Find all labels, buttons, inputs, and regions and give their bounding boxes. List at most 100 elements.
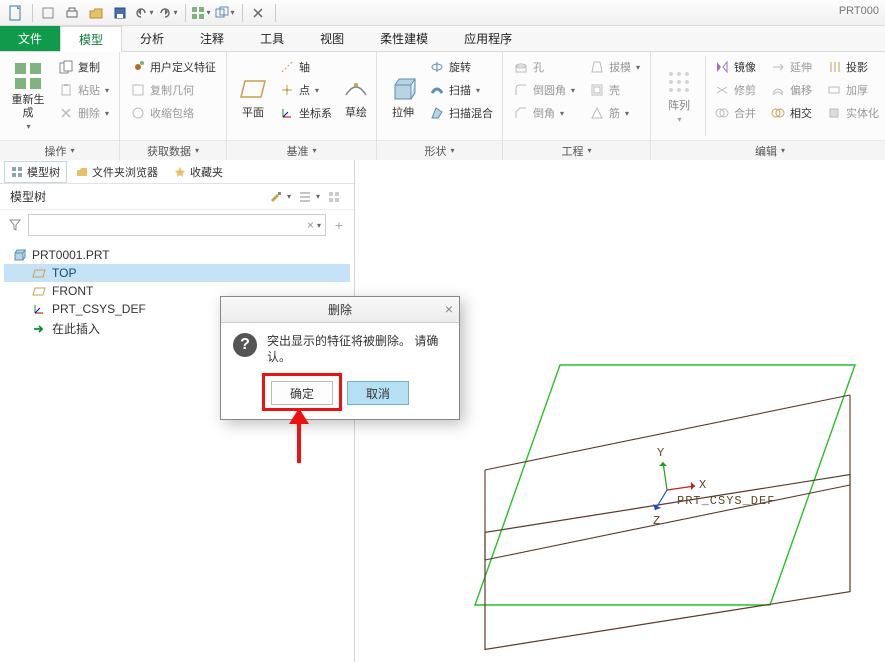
paste-icon <box>58 82 74 98</box>
delete-button: 删除 <box>54 102 113 124</box>
mirror-button[interactable]: 镜像 <box>710 56 760 78</box>
undo-icon[interactable] <box>133 2 155 24</box>
copygeom-button: 复制几何 <box>126 79 220 101</box>
point-button[interactable]: 点 <box>275 79 336 101</box>
tree-top[interactable]: TOP <box>4 264 350 282</box>
point-icon <box>279 82 295 98</box>
offset-button: 偏移 <box>766 79 816 101</box>
panel-tool-grid[interactable] <box>324 187 344 207</box>
ribbon: 重新生成 复制 粘贴 删除 操作 用户定义特征 复制几何 收缩包络 获取数据 平… <box>0 52 885 160</box>
sketch-button[interactable]: 草绘 <box>336 56 376 136</box>
copy-button[interactable]: 复制 <box>54 56 113 78</box>
plane-node-icon <box>32 284 46 298</box>
revolve-button[interactable]: 旋转 <box>425 56 497 78</box>
delete-dialog: 删除 × ? 突出显示的特征将被删除。 请确认。 确定 取消 <box>220 296 460 420</box>
dialog-titlebar[interactable]: 删除 × <box>221 297 459 323</box>
windows-icon[interactable] <box>214 2 236 24</box>
pattern-button: 阵列 <box>657 56 701 136</box>
panel-tab-folder[interactable]: 文件夹浏览器 <box>69 161 165 183</box>
swblend-button[interactable]: 扫描混合 <box>425 102 497 124</box>
solidify-icon <box>826 105 842 121</box>
ribbon-tabs: 文件 模型 分析 注释 工具 视图 柔性建模 应用程序 <box>0 26 885 52</box>
tab-analysis[interactable]: 分析 <box>122 26 182 51</box>
shrink-icon <box>130 105 146 121</box>
thicken-icon <box>826 82 842 98</box>
udf-button[interactable]: 用户定义特征 <box>126 56 220 78</box>
group-datum-label[interactable]: 基准 <box>227 140 376 160</box>
close-icon[interactable] <box>247 2 269 24</box>
filter-icon[interactable] <box>6 216 24 234</box>
open-icon[interactable] <box>85 2 107 24</box>
tree-search-input[interactable] <box>33 219 305 231</box>
csys-label: PRT_CSYS_DEF <box>677 494 775 508</box>
panel-title: 模型树 <box>10 188 262 205</box>
udf-icon <box>130 59 146 75</box>
round-button: 倒圆角 <box>509 79 579 101</box>
tab-annotate[interactable]: 注释 <box>182 26 242 51</box>
sketch-icon <box>340 73 372 105</box>
csys-node-icon <box>32 302 46 316</box>
csys-icon <box>279 105 295 121</box>
extend-icon <box>770 59 786 75</box>
paste-button: 粘贴 <box>54 79 113 101</box>
tab-model[interactable]: 模型 <box>60 26 122 52</box>
group-operate-label[interactable]: 操作 <box>0 140 119 160</box>
tree-search[interactable]: × <box>28 214 326 236</box>
axis-icon <box>279 59 295 75</box>
star-icon <box>174 166 186 178</box>
axis-button[interactable]: 轴 <box>275 56 336 78</box>
mirror-icon <box>714 59 730 75</box>
quick-access-toolbar: PRT000 <box>0 0 885 26</box>
redo-icon[interactable] <box>157 2 179 24</box>
tab-tool[interactable]: 工具 <box>242 26 302 51</box>
new-icon[interactable] <box>37 2 59 24</box>
dialog-message: 突出显示的特征将被删除。 请确认。 <box>267 333 447 365</box>
project-icon <box>826 59 842 75</box>
dialog-close-icon[interactable]: × <box>445 301 453 317</box>
plane-button[interactable]: 平面 <box>233 56 273 136</box>
extrude-icon <box>387 73 419 105</box>
panel-tool-list[interactable] <box>295 187 315 207</box>
swblend-icon <box>429 105 445 121</box>
group-eng-label[interactable]: 工程 <box>503 140 650 160</box>
copy-icon <box>58 59 74 75</box>
tab-flex[interactable]: 柔性建模 <box>362 26 446 51</box>
extend-button: 延伸 <box>766 56 816 78</box>
panel-header: 模型树 <box>0 184 354 210</box>
new-doc-icon[interactable] <box>4 2 26 24</box>
merge-button: 合并 <box>710 102 760 124</box>
intersect-button[interactable]: 相交 <box>766 102 816 124</box>
extrude-button[interactable]: 拉伸 <box>383 56 423 136</box>
tab-view[interactable]: 视图 <box>302 26 362 51</box>
regen-label: 重新生成 <box>12 94 45 119</box>
panel-tool-hammer[interactable] <box>266 187 286 207</box>
regen-icon[interactable] <box>190 2 212 24</box>
group-data-label[interactable]: 获取数据 <box>120 140 226 160</box>
panel-tab-fav[interactable]: 收藏夹 <box>167 161 230 183</box>
add-filter-icon[interactable]: + <box>330 216 348 234</box>
regen-button[interactable]: 重新生成 <box>6 56 50 136</box>
insert-arrow-icon <box>32 322 46 336</box>
group-edit-label[interactable]: 编辑 <box>651 140 885 160</box>
axis-x: X <box>699 478 706 492</box>
tab-app[interactable]: 应用程序 <box>446 26 530 51</box>
clear-search-icon[interactable]: × <box>305 218 316 232</box>
csys-button[interactable]: 坐标系 <box>275 102 336 124</box>
tab-file[interactable]: 文件 <box>0 26 60 51</box>
group-shape-label[interactable]: 形状 <box>377 140 502 160</box>
trim-icon <box>714 82 730 98</box>
tree-root[interactable]: PRT0001.PRT <box>4 246 350 264</box>
tree-icon <box>11 166 23 178</box>
part-icon <box>12 248 26 262</box>
cancel-button[interactable]: 取消 <box>347 381 409 405</box>
panel-tab-tree[interactable]: 模型树 <box>4 161 67 183</box>
ok-button[interactable]: 确定 <box>271 381 333 405</box>
print-icon[interactable] <box>61 2 83 24</box>
doc-name: PRT000 <box>839 5 879 17</box>
shrink-button: 收缩包络 <box>126 102 220 124</box>
project-button[interactable]: 投影 <box>822 56 883 78</box>
draft-icon <box>589 59 605 75</box>
sweep-button[interactable]: 扫描 <box>425 79 497 101</box>
copygeom-icon <box>130 82 146 98</box>
save-icon[interactable] <box>109 2 131 24</box>
